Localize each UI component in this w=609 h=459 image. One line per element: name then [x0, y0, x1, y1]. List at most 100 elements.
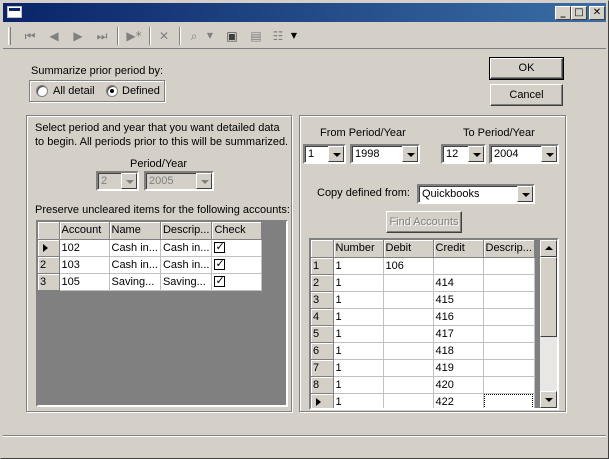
- column-header-debit[interactable]: Debit: [383, 240, 434, 258]
- scroll-thumb[interactable]: [540, 257, 557, 337]
- name-cell[interactable]: Cash in...: [109, 239, 161, 257]
- checkbox[interactable]: [214, 274, 226, 287]
- description-cell[interactable]: [483, 342, 535, 360]
- description-cell[interactable]: [483, 291, 535, 309]
- description-cell[interactable]: [483, 308, 535, 326]
- cancel-button[interactable]: Cancel: [490, 84, 563, 106]
- title-bar[interactable]: _ □ ✕: [3, 3, 606, 22]
- number-cell[interactable]: 1: [333, 257, 384, 275]
- credit-cell[interactable]: 417: [433, 325, 484, 343]
- table-row[interactable]: 1 422: [311, 393, 535, 408]
- description-cell[interactable]: Cash in...: [160, 256, 213, 274]
- chevron-down-icon[interactable]: [328, 146, 344, 162]
- check-cell[interactable]: [211, 273, 263, 291]
- row-header[interactable]: 3: [38, 273, 60, 291]
- debit-cell[interactable]: [383, 325, 434, 343]
- description-cell[interactable]: [483, 325, 535, 343]
- debit-cell[interactable]: [383, 376, 434, 394]
- save-close-icon[interactable]: ▤: [247, 27, 265, 45]
- row-header[interactable]: 5: [311, 325, 334, 343]
- maximize-button[interactable]: □: [571, 6, 587, 20]
- new-record-icon[interactable]: ▶*: [125, 27, 143, 45]
- debit-cell[interactable]: [383, 359, 434, 377]
- row-header[interactable]: 1: [311, 257, 334, 275]
- checkbox[interactable]: [214, 240, 226, 253]
- chevron-down-icon[interactable]: [517, 186, 533, 202]
- defined-radio[interactable]: [106, 85, 118, 97]
- current-row-icon[interactable]: [38, 239, 60, 257]
- row-header[interactable]: 8: [311, 376, 334, 394]
- minimize-button[interactable]: _: [555, 6, 571, 20]
- column-header-check[interactable]: Check: [211, 222, 263, 240]
- number-cell[interactable]: 1: [333, 291, 384, 309]
- prev-record-icon[interactable]: ◀: [45, 27, 63, 45]
- description-cell[interactable]: Saving...: [160, 273, 213, 291]
- find-dropdown-icon[interactable]: ▼: [205, 27, 215, 45]
- table-row[interactable]: 3 105 Saving... Saving...: [38, 273, 263, 291]
- properties-icon[interactable]: ☷: [269, 27, 287, 45]
- all-detail-radio[interactable]: [36, 85, 48, 97]
- credit-cell[interactable]: 415: [433, 291, 484, 309]
- row-header[interactable]: 2: [311, 274, 334, 292]
- chevron-down-icon[interactable]: [468, 146, 484, 162]
- current-row-icon[interactable]: [311, 393, 334, 408]
- description-cell[interactable]: Cash in...: [160, 239, 213, 257]
- defined-label[interactable]: Defined: [122, 85, 160, 97]
- scroll-down-icon[interactable]: [540, 391, 557, 408]
- column-header-account[interactable]: Account: [59, 222, 110, 240]
- next-record-icon[interactable]: ▶: [69, 27, 87, 45]
- last-record-icon[interactable]: ⏭: [93, 27, 111, 45]
- column-header-name[interactable]: Name: [109, 222, 161, 240]
- copy-defined-select[interactable]: Quickbooks: [417, 184, 535, 204]
- year-select[interactable]: 2005: [144, 171, 214, 191]
- debit-cell[interactable]: [383, 291, 434, 309]
- to-period-select[interactable]: 12: [441, 144, 486, 164]
- check-cell[interactable]: [211, 256, 263, 274]
- debit-cell[interactable]: 106: [383, 257, 434, 275]
- debit-cell[interactable]: [383, 342, 434, 360]
- name-cell[interactable]: Saving...: [109, 273, 161, 291]
- column-header-description[interactable]: Descrip...: [483, 240, 535, 258]
- delete-icon[interactable]: ✕: [155, 27, 173, 45]
- from-period-select[interactable]: 1: [303, 144, 346, 164]
- find-icon[interactable]: ⌕: [185, 27, 203, 45]
- all-detail-label[interactable]: All detail: [53, 85, 95, 97]
- chevron-down-icon[interactable]: [541, 146, 557, 162]
- period-select[interactable]: 2: [96, 171, 139, 191]
- table-row[interactable]: 8 1 420: [311, 376, 535, 394]
- table-row[interactable]: 2 1 414: [311, 274, 535, 292]
- debit-cell[interactable]: [383, 308, 434, 326]
- column-header-number[interactable]: Number: [333, 240, 384, 258]
- vertical-scrollbar[interactable]: [540, 240, 557, 408]
- debit-cell[interactable]: [383, 274, 434, 292]
- table-row[interactable]: 3 1 415: [311, 291, 535, 309]
- table-row[interactable]: 102 Cash in... Cash in...: [38, 239, 263, 257]
- row-header[interactable]: 3: [311, 291, 334, 309]
- table-row[interactable]: 6 1 418: [311, 342, 535, 360]
- row-header[interactable]: 7: [311, 359, 334, 377]
- ok-button[interactable]: OK: [489, 57, 564, 80]
- chevron-down-icon[interactable]: [402, 146, 418, 162]
- description-cell[interactable]: [483, 393, 535, 408]
- number-cell[interactable]: 1: [333, 274, 384, 292]
- table-row[interactable]: 5 1 417: [311, 325, 535, 343]
- number-cell[interactable]: 1: [333, 308, 384, 326]
- credit-cell[interactable]: [433, 257, 484, 275]
- number-cell[interactable]: 1: [333, 376, 384, 394]
- credit-cell[interactable]: 418: [433, 342, 484, 360]
- find-accounts-button[interactable]: Find Accounts: [386, 211, 462, 233]
- credit-cell[interactable]: 416: [433, 308, 484, 326]
- account-cell[interactable]: 102: [59, 239, 110, 257]
- row-header[interactable]: 6: [311, 342, 334, 360]
- credit-cell[interactable]: 422: [433, 393, 484, 408]
- account-cell[interactable]: 103: [59, 256, 110, 274]
- toolbar-grip[interactable]: [8, 27, 11, 45]
- close-button[interactable]: ✕: [589, 6, 605, 20]
- description-cell[interactable]: [483, 359, 535, 377]
- description-cell[interactable]: [483, 257, 535, 275]
- to-year-select[interactable]: 2004: [489, 144, 559, 164]
- scroll-up-icon[interactable]: [540, 240, 557, 257]
- column-header-description[interactable]: Descrip...: [160, 222, 213, 240]
- row-header[interactable]: 2: [38, 256, 60, 274]
- description-cell[interactable]: [483, 274, 535, 292]
